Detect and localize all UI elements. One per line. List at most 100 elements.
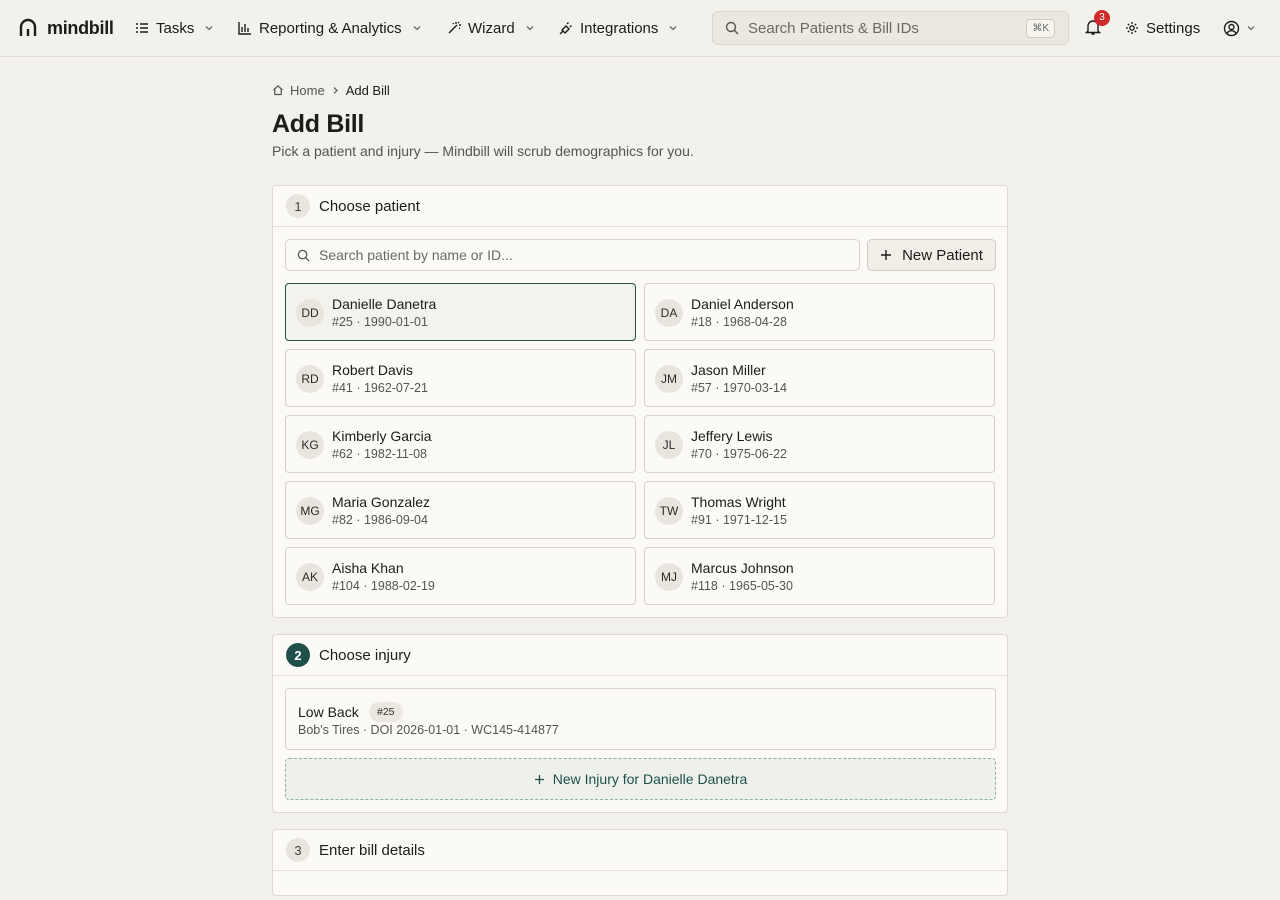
new-patient-button[interactable]: New Patient [867,239,996,271]
patient-meta: #118 · 1965-05-30 [691,579,793,593]
patient-avatar: TW [655,497,683,525]
nav-integrations[interactable]: Integrations [559,18,678,38]
patient-search[interactable] [285,239,860,271]
patient-meta: #41 · 1962-07-21 [332,381,428,395]
app-logo[interactable]: mindbill [18,17,114,39]
patient-card[interactable]: KG Kimberly Garcia #62 · 1982-11-08 [285,415,636,473]
patient-card[interactable]: JM Jason Miller #57 · 1970-03-14 [644,349,995,407]
app-name: mindbill [47,17,114,38]
patient-avatar: AK [296,563,324,591]
step-number: 1 [286,194,310,218]
patient-name: Daniel Anderson [691,296,794,312]
patient-card[interactable]: AK Aisha Khan #104 · 1988-02-19 [285,547,636,605]
bar-chart-icon [238,22,251,35]
mindbill-logo-icon [19,18,37,36]
step-header: 2 Choose injury [273,635,1007,676]
step-header: 1 Choose patient [273,186,1007,227]
step-title: Enter bill details [319,841,425,859]
new-patient-label: New Patient [902,246,983,264]
page-subtitle: Pick a patient and injury — Mindbill wil… [272,143,694,159]
patient-meta: #62 · 1982-11-08 [332,447,427,461]
patient-card[interactable]: DA Daniel Anderson #18 · 1968-04-28 [644,283,995,341]
patient-avatar: DD [296,299,324,327]
settings-button[interactable]: Settings [1125,18,1200,38]
step-title: Choose injury [319,646,411,664]
breadcrumb-current: Add Bill [345,82,390,98]
patient-avatar: RD [296,365,324,393]
injury-meta: Bob's Tires · DOI 2026-01-01 · WC145-414… [298,723,559,737]
step-number: 3 [286,838,310,862]
step-number: 2 [286,643,310,667]
patient-card[interactable]: MJ Marcus Johnson #118 · 1965-05-30 [644,547,995,605]
patient-meta: #82 · 1986-09-04 [332,513,428,527]
injury-id-badge: #25 [369,702,403,722]
patient-avatar: JL [655,431,683,459]
patient-avatar: MJ [655,563,683,591]
patient-card[interactable]: JL Jeffery Lewis #70 · 1975-06-22 [644,415,995,473]
patient-meta: #91 · 1971-12-15 [691,513,787,527]
notification-count-badge: 3 [1094,10,1110,26]
nav-reporting[interactable]: Reporting & Analytics [238,18,422,38]
chevron-down-icon [669,26,677,31]
patient-card[interactable]: TW Thomas Wright #91 · 1971-12-15 [644,481,995,539]
search-icon [725,21,739,35]
nav-tasks[interactable]: Tasks [135,18,214,38]
patient-meta: #57 · 1970-03-14 [691,381,787,395]
patient-name: Maria Gonzalez [332,494,431,510]
search-shortcut-hint: ⌘K [1026,19,1055,38]
patient-name: Thomas Wright [691,494,786,510]
patient-card[interactable]: MG Maria Gonzalez #82 · 1986-09-04 [285,481,636,539]
chevron-down-icon [205,26,213,31]
patient-name: Robert Davis [332,362,413,378]
global-search[interactable]: ⌘K [712,11,1069,45]
page-title: Add Bill [272,110,365,138]
patient-list: DD Danielle Danetra #25 · 1990-01-01 DA … [285,283,996,605]
injury-title: Low Back [298,704,359,720]
list-icon [136,23,148,33]
settings-label: Settings [1146,19,1201,37]
patient-avatar: DA [655,299,683,327]
plus-icon [881,250,892,260]
patient-name: Aisha Khan [332,560,404,576]
breadcrumb: Home Add Bill [272,82,390,98]
nav-reporting-label: Reporting & Analytics [259,19,402,37]
new-injury-label: New Injury for Danielle Danetra [552,771,748,787]
nav-wizard-label: Wizard [468,19,515,37]
patient-name: Jason Miller [691,362,766,378]
nav-tasks-label: Tasks [156,19,195,37]
user-circle-icon [1223,20,1240,36]
global-search-input[interactable] [748,19,1018,37]
step-title: Choose patient [319,197,420,215]
patient-name: Danielle Danetra [332,296,437,312]
step-header: 3 Enter bill details [273,830,1007,871]
account-menu[interactable] [1223,18,1256,38]
magic-wand-icon [448,21,461,34]
nav-integrations-label: Integrations [580,19,659,37]
patient-meta: #18 · 1968-04-28 [691,315,787,329]
patient-avatar: JM [655,365,683,393]
injury-card[interactable]: Low Back #25 Bob's Tires · DOI 2026-01-0… [285,688,996,750]
patient-name: Kimberly Garcia [332,428,432,444]
breadcrumb-home-link[interactable]: Home [290,83,325,98]
patient-avatar: MG [296,497,324,525]
patient-meta: #70 · 1975-06-22 [691,447,787,461]
nav-wizard[interactable]: Wizard [447,18,535,38]
patient-name: Jeffery Lewis [691,428,773,444]
step-choose-patient: 1 Choose patient New Patient DD Danielle… [272,185,1008,618]
home-icon [273,84,283,96]
step-choose-injury: 2 Choose injury Low Back #25 Bob's Tires… [272,634,1008,813]
plus-icon [534,774,544,784]
top-navigation: mindbill Tasks Reporting & Analytics Wiz… [0,0,1280,57]
patient-meta: #25 · 1990-01-01 [332,315,428,329]
chevron-down-icon [526,26,534,31]
step-enter-bill-details: 3 Enter bill details [272,829,1008,896]
patient-meta: #104 · 1988-02-19 [332,579,435,593]
search-icon [297,249,310,262]
patient-card[interactable]: RD Robert Davis #41 · 1962-07-21 [285,349,636,407]
patient-search-input[interactable] [319,247,839,263]
patient-card[interactable]: DD Danielle Danetra #25 · 1990-01-01 [285,283,636,341]
chevron-down-icon [413,26,421,31]
breadcrumb-separator [331,83,340,98]
patient-avatar: KG [296,431,324,459]
new-injury-button[interactable]: New Injury for Danielle Danetra [285,758,996,800]
